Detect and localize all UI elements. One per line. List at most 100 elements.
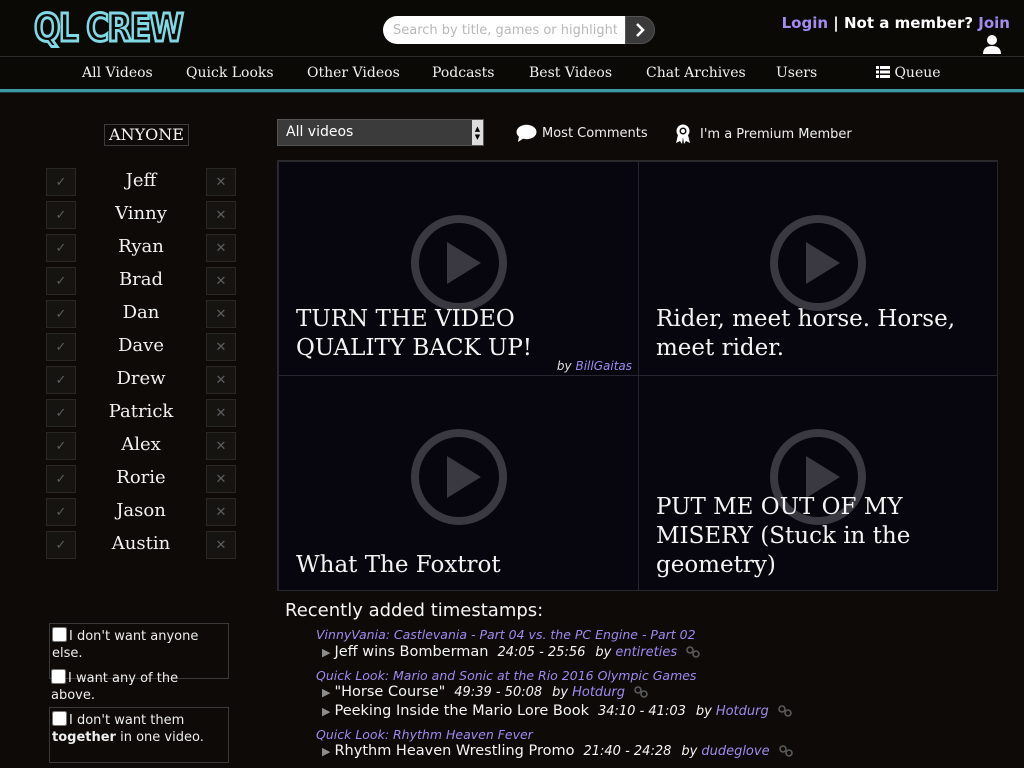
login-area: Login | Not a member? Join — [782, 14, 1010, 32]
person-name: Jeff — [125, 170, 157, 191]
play-triangle-icon: ▶ — [322, 685, 331, 699]
person-filter-row: ✓ Vinny ✕ — [46, 201, 236, 229]
timestamp-label: Peeking Inside the Mario Lore Book — [334, 703, 589, 719]
user-icon[interactable] — [982, 34, 1002, 54]
check-icon: ✓ — [55, 372, 67, 388]
include-person-button[interactable]: ✓ — [46, 333, 76, 361]
most-comments-filter[interactable]: Most Comments — [516, 124, 648, 142]
timestamp-label: "Horse Course" — [334, 684, 446, 700]
nav-podcasts[interactable]: Podcasts — [432, 65, 494, 81]
option-any-of-above-checkbox[interactable] — [51, 669, 66, 684]
include-person-button[interactable]: ✓ — [46, 465, 76, 493]
timestamp-user-link[interactable]: Hotdurg — [716, 704, 769, 719]
video-title[interactable]: Rider, meet horse. Horse, meet rider. — [656, 305, 987, 363]
exclude-person-button[interactable]: ✕ — [206, 300, 236, 328]
exclude-person-button[interactable]: ✕ — [206, 498, 236, 526]
timestamp-video-link[interactable]: VinnyVania: Castlevania - Part 04 vs. th… — [316, 627, 696, 642]
most-comments-label: Most Comments — [542, 125, 648, 141]
video-tile[interactable]: What The Foxtrot — [278, 375, 639, 591]
exclude-person-button[interactable]: ✕ — [206, 234, 236, 262]
video-title[interactable]: PUT ME OUT OF MY MISERY (Stuck in the ge… — [656, 493, 987, 580]
check-icon: ✓ — [55, 438, 67, 454]
person-name: Patrick — [108, 401, 174, 422]
option-no-one-else-label: I don't want anyone else. — [52, 629, 199, 661]
timestamp-user-link[interactable]: entireties — [615, 645, 677, 660]
link-icon[interactable] — [634, 686, 648, 698]
nav-users[interactable]: Users — [776, 65, 817, 81]
search-input[interactable] — [383, 16, 627, 44]
timestamp-by: by — [681, 743, 698, 759]
include-person-button[interactable]: ✓ — [46, 432, 76, 460]
check-icon: ✓ — [55, 306, 67, 322]
timestamp-label: Rhythm Heaven Wrestling Promo — [334, 743, 575, 759]
option-not-together-checkbox[interactable] — [52, 711, 67, 726]
include-person-button[interactable]: ✓ — [46, 168, 76, 196]
video-tile[interactable]: Rider, meet horse. Horse, meet rider. — [638, 161, 998, 376]
option-no-one-else-checkbox[interactable] — [52, 627, 67, 642]
timestamp-item[interactable]: ▶ Jeff wins Bomberman 24:05 - 25:56 by e… — [322, 644, 700, 660]
exclude-person-button[interactable]: ✕ — [206, 531, 236, 559]
person-filter-row: ✓ Patrick ✕ — [46, 399, 236, 427]
exclude-person-button[interactable]: ✕ — [206, 168, 236, 196]
include-person-button[interactable]: ✓ — [46, 201, 76, 229]
link-icon[interactable] — [778, 745, 793, 757]
person-filter-row: ✓ Austin ✕ — [46, 531, 236, 559]
person-name: Rorie — [116, 467, 166, 488]
person-filter-row: ✓ Jason ✕ — [46, 498, 236, 526]
video-tile[interactable]: TURN THE VIDEO QUALITY BACK UP! by BillG… — [278, 161, 639, 376]
nav-other-videos[interactable]: Other Videos — [307, 65, 400, 81]
nav-best-videos[interactable]: Best Videos — [529, 65, 612, 81]
timestamp-user-link[interactable]: Hotdurg — [572, 685, 625, 700]
join-link[interactable]: Join — [978, 14, 1010, 32]
timestamp-by: by — [595, 644, 612, 660]
timestamp-user-link[interactable]: dudeglove — [701, 744, 769, 759]
option-not-together[interactable]: I don't want them together in one video. — [49, 707, 229, 763]
timestamp-item[interactable]: ▶ "Horse Course" 49:39 - 50:08 by Hotdur… — [322, 684, 648, 700]
video-type-select[interactable]: All videos ▲ ▼ — [277, 119, 484, 146]
exclude-person-button[interactable]: ✕ — [206, 432, 236, 460]
include-person-button[interactable]: ✓ — [46, 498, 76, 526]
include-person-button[interactable]: ✓ — [46, 300, 76, 328]
link-icon[interactable] — [777, 705, 792, 717]
site-logo[interactable]: QL CREW — [33, 7, 185, 50]
premium-member-filter[interactable]: I'm a Premium Member — [675, 124, 852, 144]
option-any-of-above[interactable]: I want any of the above. — [49, 666, 229, 706]
video-tile[interactable]: PUT ME OUT OF MY MISERY (Stuck in the ge… — [638, 375, 998, 591]
timestamp-item[interactable]: ▶ Rhythm Heaven Wrestling Promo 21:40 - … — [322, 743, 793, 759]
video-title[interactable]: What The Foxtrot — [296, 551, 628, 580]
timestamp-label: Jeff wins Bomberman — [334, 644, 489, 660]
exclude-person-button[interactable]: ✕ — [206, 465, 236, 493]
include-person-button[interactable]: ✓ — [46, 531, 76, 559]
link-icon[interactable] — [686, 646, 700, 658]
video-uploader-link[interactable]: BillGaitas — [575, 359, 632, 373]
login-link[interactable]: Login — [782, 14, 828, 32]
person-name: Vinny — [115, 203, 167, 224]
nav-queue[interactable]: Queue — [876, 65, 941, 81]
include-person-button[interactable]: ✓ — [46, 234, 76, 262]
nav-all-videos[interactable]: All Videos — [82, 65, 153, 81]
option-not-together-pre: I don't want them — [69, 713, 185, 728]
exclude-person-button[interactable]: ✕ — [206, 366, 236, 394]
timestamp-video-link[interactable]: Quick Look: Rhythm Heaven Fever — [316, 727, 533, 742]
exclude-person-button[interactable]: ✕ — [206, 399, 236, 427]
premium-member-label: I'm a Premium Member — [700, 126, 852, 142]
exclude-person-button[interactable]: ✕ — [206, 201, 236, 229]
include-person-button[interactable]: ✓ — [46, 399, 76, 427]
search-button[interactable] — [625, 16, 655, 44]
timestamp-video-link[interactable]: Quick Look: Mario and Sonic at the Rio 2… — [316, 668, 696, 683]
check-icon: ✓ — [55, 174, 67, 190]
person-name: Dan — [122, 302, 160, 323]
timestamp-item[interactable]: ▶ Peeking Inside the Mario Lore Book 34:… — [322, 703, 792, 719]
anyone-button[interactable]: ANYONE — [104, 124, 189, 146]
exclude-person-button[interactable]: ✕ — [206, 267, 236, 295]
video-title[interactable]: TURN THE VIDEO QUALITY BACK UP! — [296, 305, 628, 363]
nav-quick-looks[interactable]: Quick Looks — [186, 65, 274, 81]
close-icon: ✕ — [215, 438, 227, 454]
include-person-button[interactable]: ✓ — [46, 267, 76, 295]
check-icon: ✓ — [55, 537, 67, 553]
include-person-button[interactable]: ✓ — [46, 366, 76, 394]
person-filter-row: ✓ Jeff ✕ — [46, 168, 236, 196]
exclude-person-button[interactable]: ✕ — [206, 333, 236, 361]
video-grid: TURN THE VIDEO QUALITY BACK UP! by BillG… — [277, 160, 998, 591]
nav-chat-archives[interactable]: Chat Archives — [646, 65, 746, 81]
